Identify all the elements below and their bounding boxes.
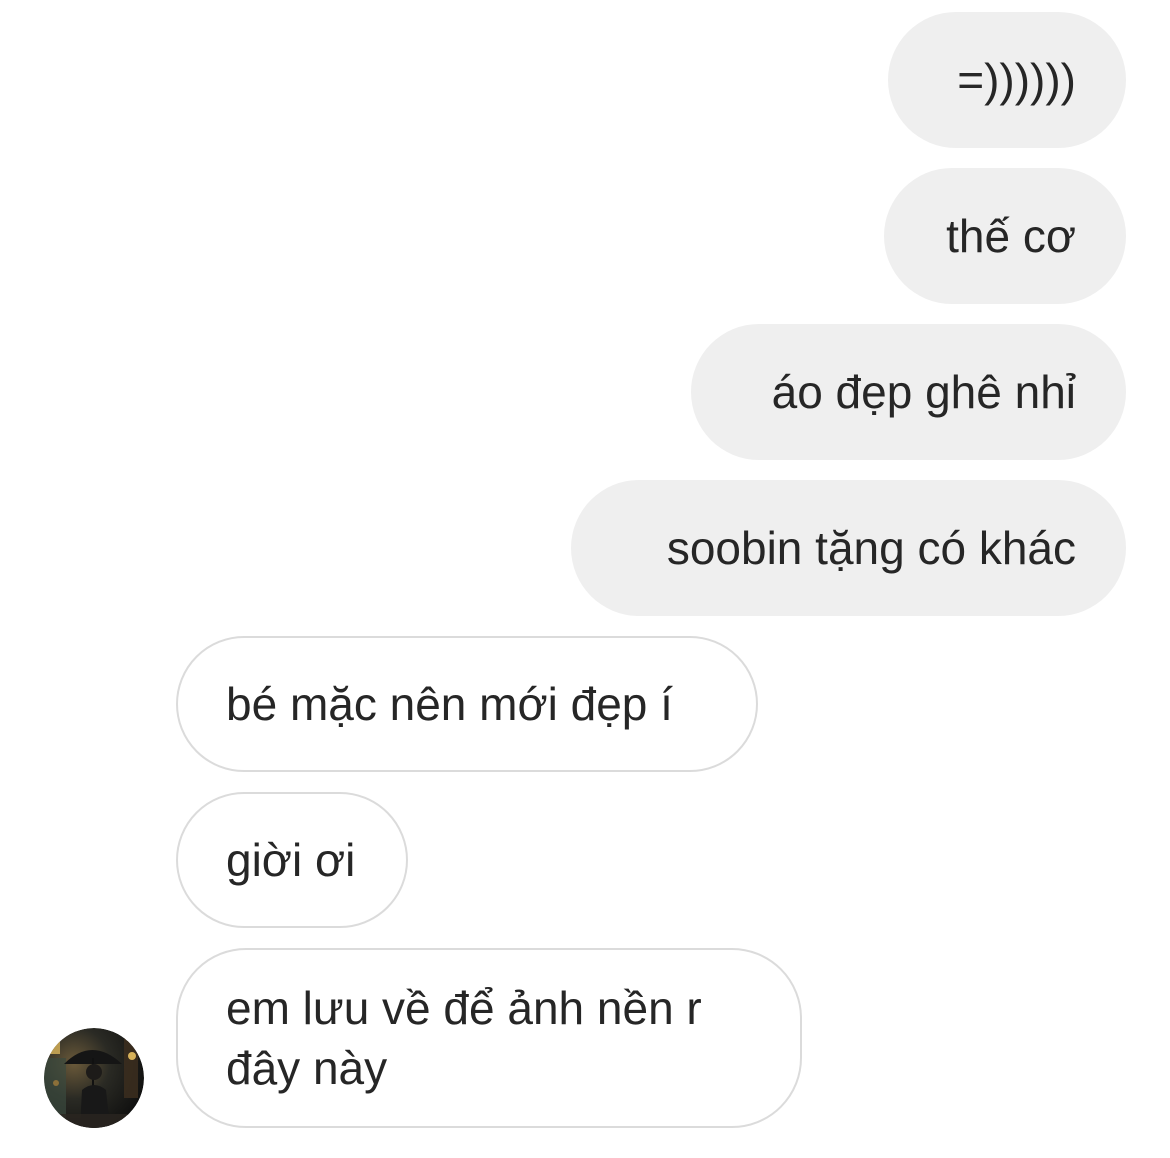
received-message-bubble[interactable]: giời ơi: [176, 792, 408, 928]
message-text: bé mặc nên mới đẹp í: [226, 678, 673, 730]
sent-message-bubble[interactable]: =)))))): [888, 12, 1126, 148]
sent-message-bubble[interactable]: soobin tặng có khác: [571, 480, 1126, 616]
received-message-bubble[interactable]: em lưu về để ảnh nền r đây này: [176, 948, 802, 1128]
sent-message-bubble[interactable]: thế cơ: [884, 168, 1126, 304]
avatar-photo-icon: [44, 1028, 144, 1128]
message-text: giời ơi: [226, 834, 356, 886]
received-message-bubble[interactable]: bé mặc nên mới đẹp í: [176, 636, 758, 772]
message-text: soobin tặng có khác: [666, 522, 1076, 574]
message-text: áo đẹp ghê nhỉ: [771, 366, 1076, 418]
message-text: thế cơ: [946, 210, 1076, 262]
sent-message-bubble[interactable]: áo đẹp ghê nhỉ: [691, 324, 1126, 460]
message-text: =)))))): [957, 54, 1076, 106]
contact-avatar[interactable]: [44, 1028, 144, 1128]
message-text: em lưu về để ảnh nền r đây này: [226, 982, 702, 1094]
